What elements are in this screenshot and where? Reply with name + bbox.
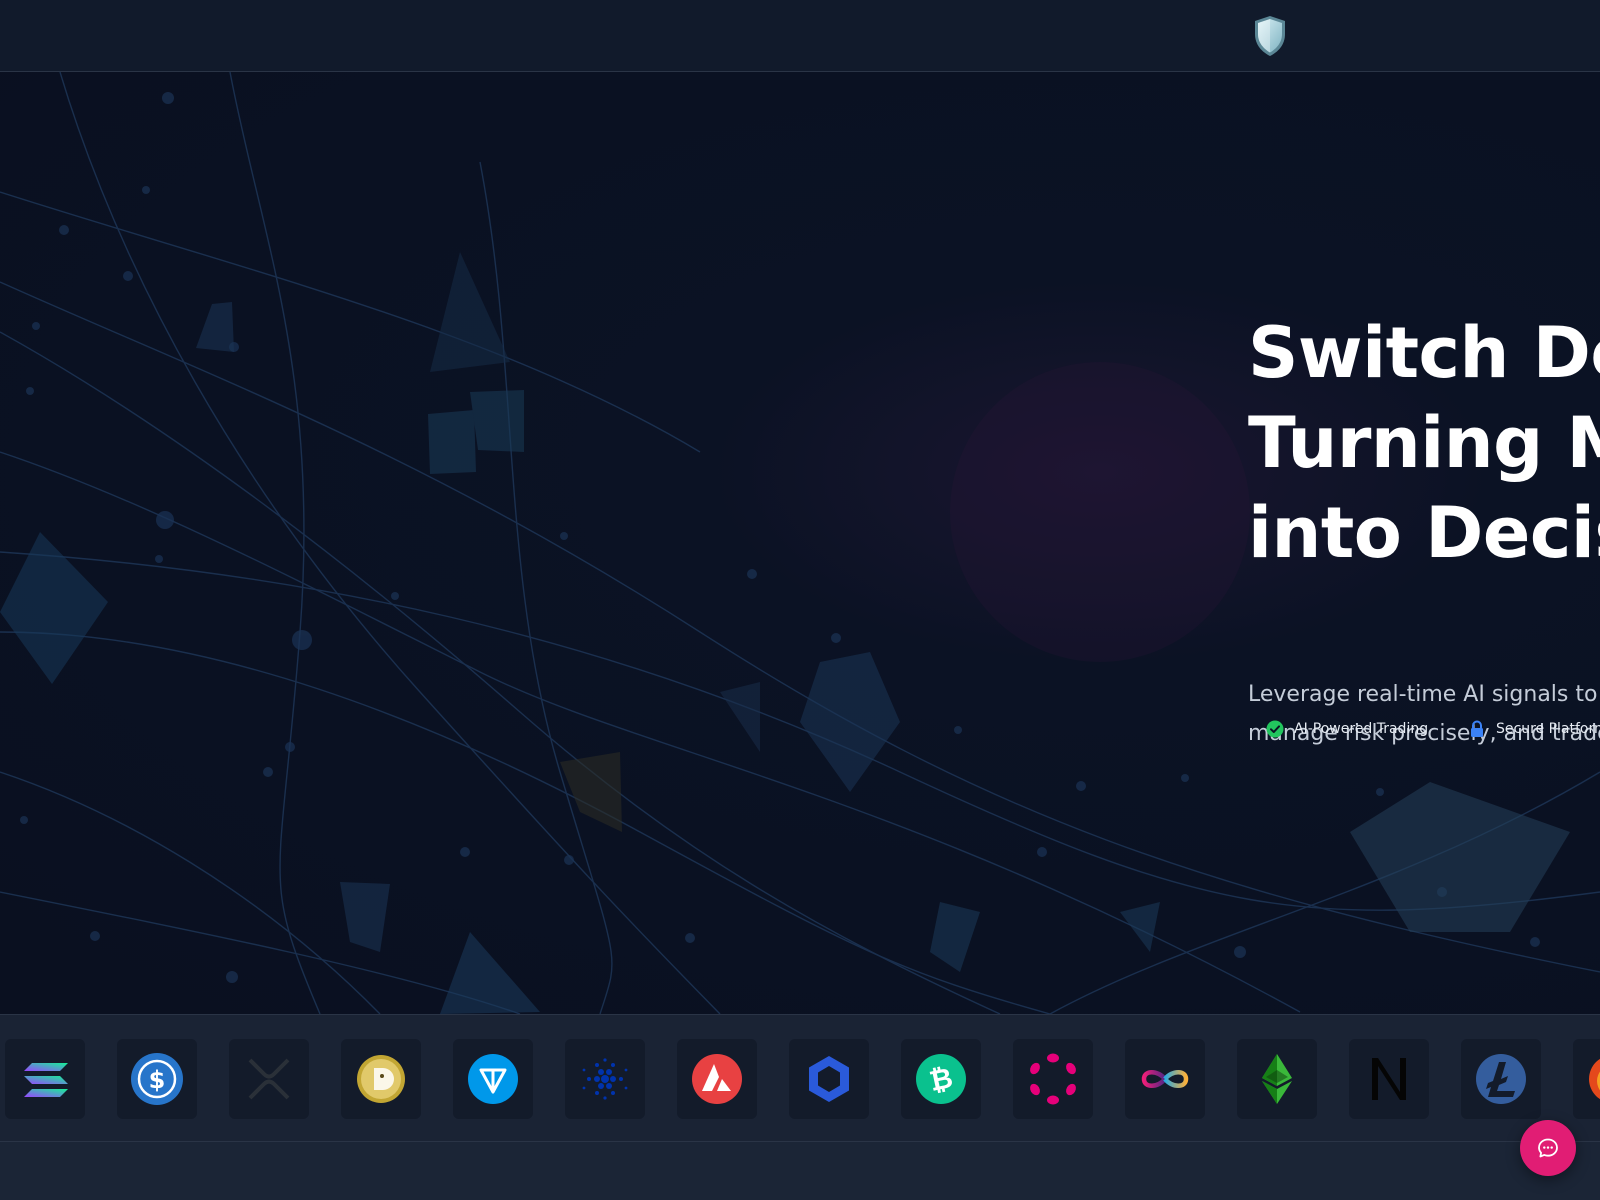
svg-text:$: $ xyxy=(149,1066,166,1094)
chat-bubble-icon xyxy=(1538,1138,1558,1158)
top-navbar xyxy=(0,0,1600,72)
page: Switch Dex Turning Ma into Decisi Levera… xyxy=(0,0,1600,1200)
usdc-logo: $ xyxy=(117,1039,197,1119)
cardano-logo xyxy=(565,1039,645,1119)
badge-ai-powered: AI-Powered Trading xyxy=(1266,714,1428,744)
lock-icon xyxy=(1468,720,1486,738)
chainlink-logo xyxy=(789,1039,869,1119)
headline-line-2: Turning Ma xyxy=(1248,402,1600,484)
bitcoin-cash-logo: ₿ xyxy=(901,1039,981,1119)
internet-computer-logo xyxy=(1125,1039,1205,1119)
polkadot-logo xyxy=(1013,1039,1093,1119)
hero-section: Switch Dex Turning Ma into Decisi Levera… xyxy=(0,72,1600,1014)
ethereum-classic-logo xyxy=(1237,1039,1317,1119)
badge-secure-platform: Secure Platform xyxy=(1468,714,1600,744)
chat-button[interactable] xyxy=(1520,1120,1576,1176)
litecoin-logo xyxy=(1461,1039,1541,1119)
hero-headline: Switch Dex Turning Ma into Decisi xyxy=(1248,308,1600,578)
badge-label: AI-Powered Trading xyxy=(1294,721,1429,737)
shield-icon[interactable] xyxy=(1252,14,1288,58)
bottom-band xyxy=(0,1142,1600,1200)
avalanche-logo xyxy=(677,1039,757,1119)
shiba-inu-logo xyxy=(1573,1039,1600,1119)
solana-logo xyxy=(5,1039,85,1119)
dogecoin-logo xyxy=(341,1039,421,1119)
badge-label: Secure Platform xyxy=(1496,721,1600,737)
headline-line-3: into Decisi xyxy=(1248,492,1600,574)
subtext-line-1: Leverage real-time AI signals to s xyxy=(1248,682,1600,707)
xrp-logo xyxy=(229,1039,309,1119)
check-circle-icon xyxy=(1266,720,1284,738)
crypto-logo-strip: $ ₿ xyxy=(0,1014,1600,1142)
near-logo xyxy=(1349,1039,1429,1119)
headline-line-1: Switch Dex xyxy=(1248,312,1600,394)
toncoin-logo xyxy=(453,1039,533,1119)
